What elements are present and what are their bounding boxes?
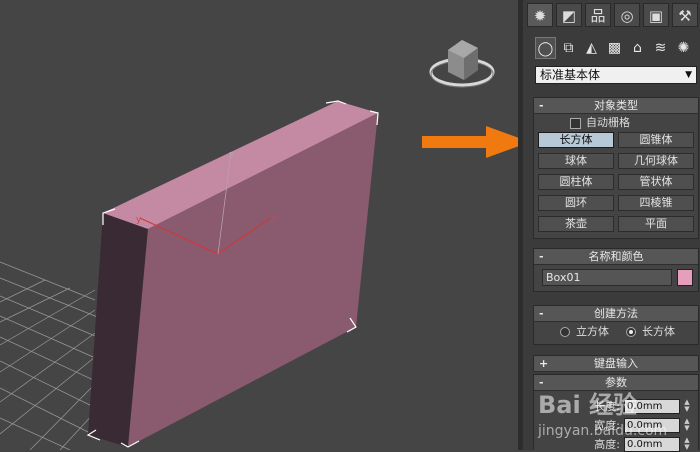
home-grid — [0, 261, 101, 450]
geometry-icon[interactable]: ◯ — [535, 37, 556, 59]
geosphere-button[interactable]: 几何球体 — [618, 153, 694, 169]
panel-tabs: ✹ ◩ 品 ◎ ▣ ⚒ — [527, 3, 699, 29]
width-spinner-icon[interactable]: ▲ ▼ — [682, 418, 692, 433]
create-tab-icon[interactable]: ✹ — [527, 3, 553, 27]
gizmo-x-label: x — [272, 213, 278, 223]
keyboard-entry-rollout: + 键盘输入 — [533, 355, 699, 372]
annotation-arrow-shape — [422, 126, 530, 158]
lights-icon[interactable]: ◭ — [581, 37, 602, 59]
annotation-arrow — [422, 126, 530, 158]
cameras-icon[interactable]: ▩ — [604, 37, 625, 59]
cone-button[interactable]: 圆锥体 — [618, 132, 694, 148]
pyramid-button[interactable]: 四棱锥 — [618, 195, 694, 211]
modify-tab-icon[interactable]: ◩ — [556, 3, 582, 27]
name-color-header[interactable]: - 名称和颜色 — [534, 249, 698, 265]
keyboard-entry-header[interactable]: + 键盘输入 — [534, 356, 698, 372]
collapse-icon: - — [539, 250, 544, 263]
checkbox-box — [570, 117, 581, 129]
width-row: 宽度: 0.0mm ▲ ▼ — [538, 418, 698, 433]
systems-icon[interactable]: ✺ — [673, 37, 694, 59]
creation-method-rollout: - 创建方法 立方体 长方体 — [533, 305, 699, 345]
plane-button[interactable]: 平面 — [618, 216, 694, 232]
creation-method-title: 创建方法 — [594, 307, 638, 320]
box-radio[interactable]: 长方体 — [626, 325, 675, 339]
viewport-scene: x y z — [0, 40, 495, 450]
hierarchy-tab-icon[interactable]: 品 — [585, 3, 611, 27]
teapot-button[interactable]: 茶壶 — [538, 216, 614, 232]
space-warps-icon[interactable]: ≋ — [650, 37, 671, 59]
expand-icon: + — [539, 357, 549, 370]
object-color-swatch[interactable] — [677, 269, 693, 286]
object-type-header[interactable]: - 对象类型 — [534, 98, 698, 114]
perspective-viewport[interactable]: x y z — [0, 0, 518, 450]
gizmo-y-label: y — [136, 215, 142, 225]
box-button[interactable]: 长方体 — [538, 132, 614, 148]
dropdown-value: 标准基本体 — [540, 68, 601, 82]
width-label: 宽度: — [594, 419, 620, 432]
collapse-icon: - — [539, 99, 544, 112]
radio-dot-selected — [626, 327, 636, 337]
object-type-title: 对象类型 — [594, 99, 638, 112]
cube-radio[interactable]: 立方体 — [560, 325, 609, 339]
parameters-title: 参数 — [605, 376, 627, 389]
chevron-down-icon: ▼ — [685, 70, 692, 80]
command-panel: ✹ ◩ 品 ◎ ▣ ⚒ ◯ ⧉ ◭ ▩ ⌂ ≋ ✺ 标准基本体 ▼ - 对象类型… — [518, 0, 700, 452]
width-input[interactable]: 0.0mm — [624, 418, 680, 433]
name-color-title: 名称和颜色 — [588, 250, 644, 263]
creation-method-header[interactable]: - 创建方法 — [534, 306, 698, 322]
parameters-rollout: - 参数 长度: 0.0mm ▲ ▼ 宽度: 0.0mm ▲ ▼ 高度: 0.0mm… — [533, 374, 699, 452]
primitive-type-dropdown[interactable]: 标准基本体 ▼ — [535, 66, 697, 84]
box-radio-label: 长方体 — [642, 325, 675, 338]
keyboard-entry-title: 键盘输入 — [594, 357, 638, 370]
gizmo-z-label: z — [229, 150, 234, 160]
utilities-tab-icon[interactable]: ⚒ — [672, 3, 698, 27]
parameters-header[interactable]: - 参数 — [534, 375, 698, 391]
length-row: 长度: 0.0mm ▲ ▼ — [538, 399, 698, 414]
length-spinner-icon[interactable]: ▲ ▼ — [682, 399, 692, 414]
display-tab-icon[interactable]: ▣ — [643, 3, 669, 27]
length-label: 长度: — [594, 400, 620, 413]
shapes-icon[interactable]: ⧉ — [558, 37, 579, 59]
helpers-icon[interactable]: ⌂ — [627, 37, 648, 59]
object-type-rollout: - 对象类型 自动栅格 长方体 圆锥体 球体 几何球体 圆柱体 管状体 圆环 四… — [533, 97, 699, 239]
name-color-rollout: - 名称和颜色 Box01 — [533, 248, 699, 292]
view-cube[interactable] — [429, 40, 495, 88]
tube-button[interactable]: 管状体 — [618, 174, 694, 190]
sphere-button[interactable]: 球体 — [538, 153, 614, 169]
object-name-input[interactable]: Box01 — [542, 269, 672, 286]
object-categories: ◯ ⧉ ◭ ▩ ⌂ ≋ ✺ — [535, 37, 700, 59]
cylinder-button[interactable]: 圆柱体 — [538, 174, 614, 190]
length-input[interactable]: 0.0mm — [624, 399, 680, 414]
collapse-icon: - — [539, 376, 544, 389]
autogrid-label: 自动栅格 — [586, 116, 630, 129]
motion-tab-icon[interactable]: ◎ — [614, 3, 640, 27]
cube-radio-label: 立方体 — [576, 325, 609, 338]
torus-button[interactable]: 圆环 — [538, 195, 614, 211]
autogrid-checkbox[interactable]: 自动栅格 — [570, 116, 700, 130]
collapse-icon: - — [539, 307, 544, 320]
radio-dot — [560, 327, 570, 337]
